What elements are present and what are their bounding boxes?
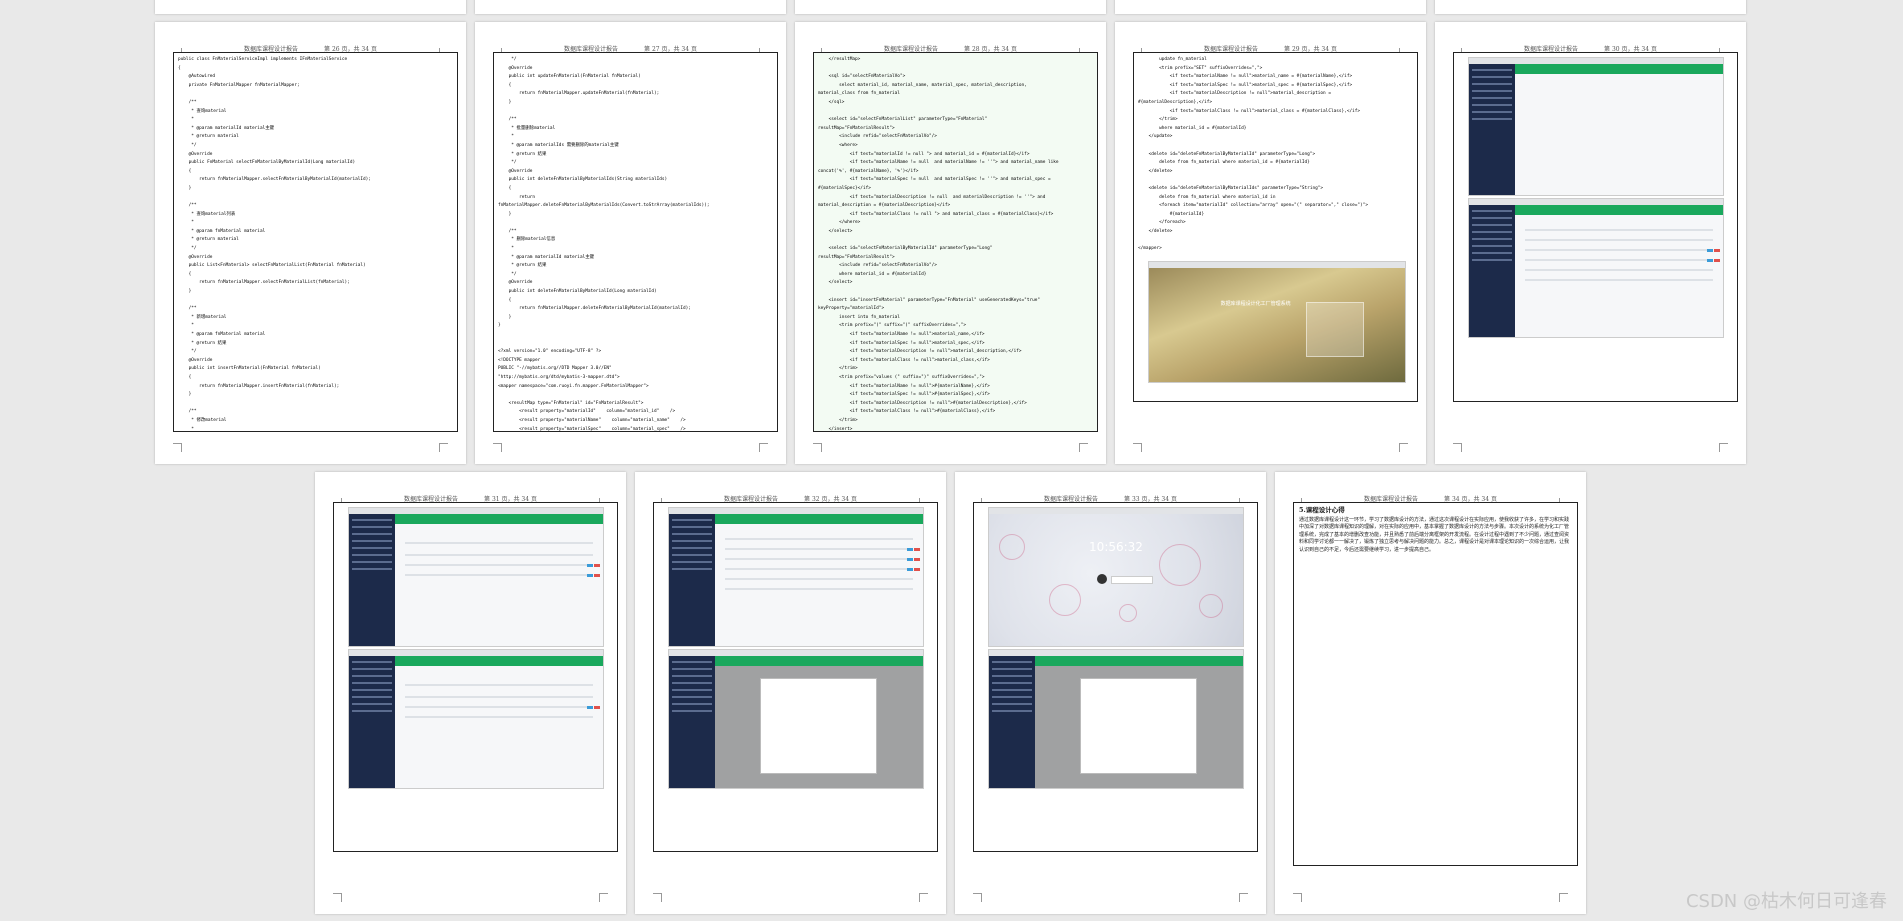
screenshot-frame [653,502,938,852]
lock-clock: 10:56:32 [1089,540,1143,554]
prev-page-1 [155,0,466,14]
essay-heading: 5.课程设计心得 [1299,506,1345,514]
lockscreen-background: 10:56:32 [989,514,1243,646]
code-block: */ @Override public int updateFnMaterial… [493,52,778,432]
page-32: 数据库课程设计报告第 32 页，共 34 页 [635,472,946,914]
material-list-screenshot [348,507,604,647]
modal-dialog [760,677,878,775]
essay-text: 通过数据库课程设计这一环节，学习了数据库设计的方法，通过这次课程设计在实际应用，… [1299,516,1570,553]
table-screenshot [668,507,924,647]
code-block: update fn_material <trim prefix="SET" su… [1133,52,1418,402]
essay-body: 5.课程设计心得 通过数据库课程设计这一环节，学习了数据库设计的方法，通过这次课… [1294,503,1577,559]
login-title: 数据库课程设计化工厂管理系统 [1220,300,1291,307]
essay-frame: 5.课程设计心得 通过数据库课程设计这一环节，学习了数据库设计的方法，通过这次课… [1293,502,1578,866]
prev-page-2 [475,0,786,14]
login-form [1305,302,1365,357]
java-xml-code: */ @Override public int updateFnMaterial… [498,57,710,432]
page-30: 数据库课程设计报告第 30 页，共 34 页 [1435,22,1746,464]
page-33: 数据库课程设计报告第 33 页，共 34 页 10:56:32 [955,472,1266,914]
screenshot-frame: 10:56:32 [973,502,1258,852]
page-29: 数据库课程设计报告第 29 页，共 34 页 update fn_materia… [1115,22,1426,464]
screenshot-frame [1453,52,1738,402]
lock-avatar [1097,574,1107,584]
page-26: 数据库课程设计报告第 26 页，共 34 页 public class FnMa… [155,22,466,464]
edit-dialog-screenshot [988,649,1244,789]
prev-page-4 [1115,0,1426,14]
code-block: </resultMap> <sql id="selectFnMaterialVo… [813,52,1098,432]
page-31: 数据库课程设计报告第 31 页，共 34 页 [315,472,626,914]
modal-dialog [1080,677,1198,775]
search-result-screenshot [348,649,604,789]
admin-home-screenshot [1468,57,1724,196]
page-28: 数据库课程设计报告第 28 页，共 34 页 </resultMap> <sql… [795,22,1106,464]
java-code: public class FnMaterialServiceImpl imple… [178,57,371,432]
login-screenshot: 数据库课程设计化工厂管理系统 [1148,261,1406,383]
dialog-screenshot [668,649,924,789]
lockscreen-screenshot: 10:56:32 [988,507,1244,647]
page-34: 数据库课程设计报告第 34 页，共 34 页 5.课程设计心得 通过数据库课程设… [1275,472,1586,914]
page-27: 数据库课程设计报告第 27 页，共 34 页 */ @Override publ… [475,22,786,464]
admin-list-screenshot [1468,198,1724,338]
login-background: 数据库课程设计化工厂管理系统 [1149,268,1405,382]
screenshot-frame [333,502,618,852]
watermark: CSDN @枯木何日可逢春 [1685,891,1887,912]
xml-code: update fn_material <trim prefix="SET" su… [1138,57,1368,252]
prev-page-5 [1435,0,1746,14]
xml-code: </resultMap> <sql id="selectFnMaterialVo… [818,57,1059,432]
lock-password-input[interactable] [1111,576,1153,584]
prev-page-3 [795,0,1106,14]
code-block: public class FnMaterialServiceImpl imple… [173,52,458,432]
